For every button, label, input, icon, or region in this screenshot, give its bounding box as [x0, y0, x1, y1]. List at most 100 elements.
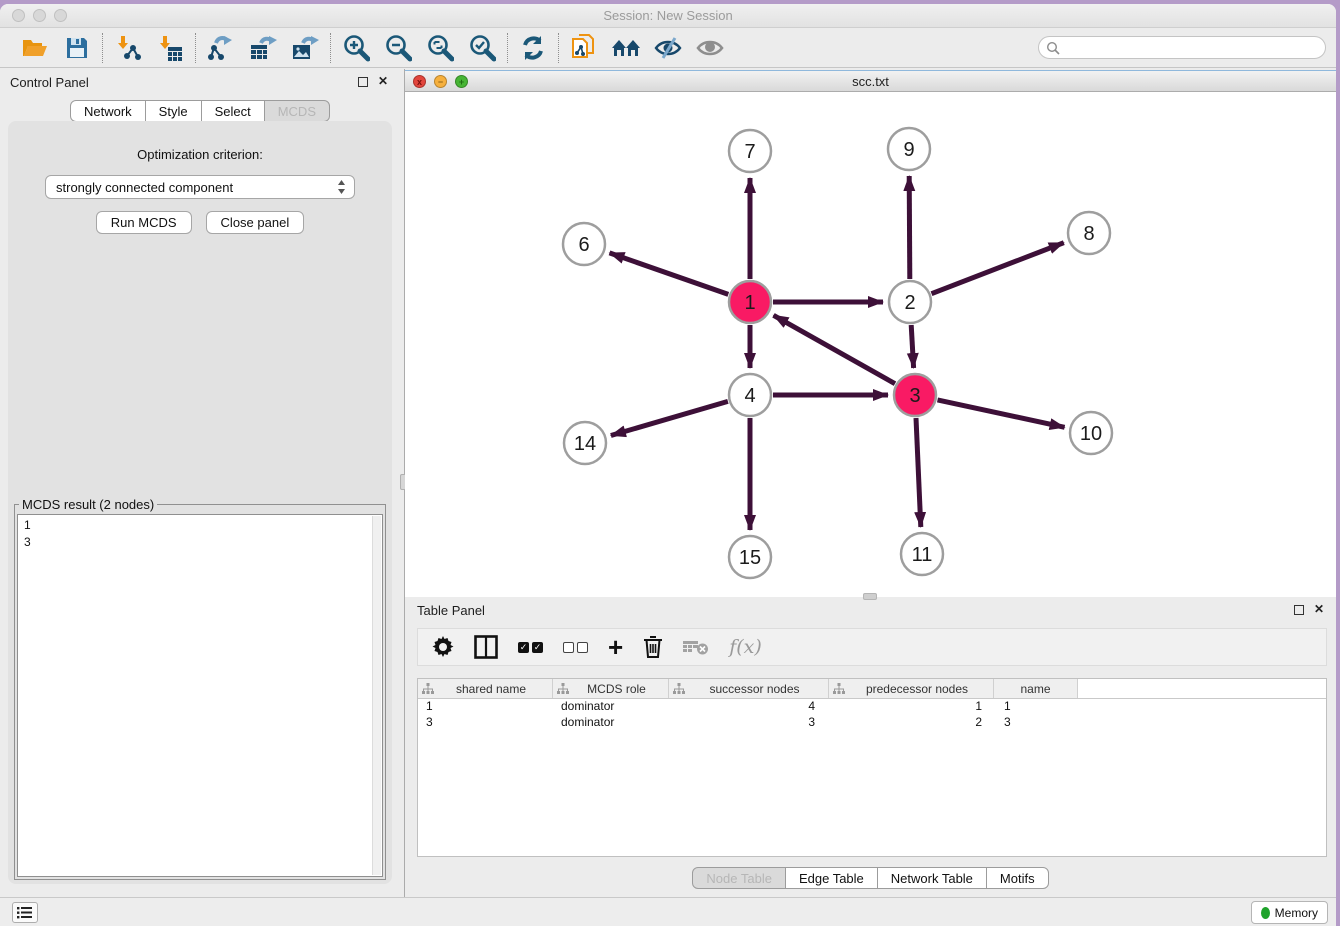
table-settings-gear-icon[interactable] — [432, 632, 454, 662]
deselect-all-columns-icon[interactable] — [563, 632, 588, 662]
show-graphics-details-icon[interactable] — [694, 33, 726, 63]
memory-status-icon — [1261, 907, 1270, 919]
edge-4-14[interactable] — [611, 401, 728, 435]
graph-node-1[interactable]: 1 — [729, 281, 771, 323]
svg-text:11: 11 — [912, 544, 933, 566]
task-history-button[interactable] — [12, 902, 38, 923]
edge-2-9[interactable] — [909, 176, 910, 279]
export-table-icon[interactable] — [247, 33, 279, 63]
close-table-panel-icon[interactable]: ✕ — [1314, 602, 1324, 616]
search-input[interactable] — [1064, 39, 1325, 57]
export-image-icon[interactable] — [289, 33, 321, 63]
graph-node-15[interactable]: 15 — [729, 536, 771, 578]
zoom-selected-icon[interactable] — [466, 33, 498, 63]
open-session-icon[interactable] — [19, 33, 51, 63]
delete-table-icon — [683, 632, 709, 662]
export-network-icon[interactable] — [205, 33, 237, 63]
float-table-panel-icon[interactable] — [1294, 605, 1304, 615]
column-header-predecessor-nodes[interactable]: predecessor nodes — [829, 679, 994, 698]
mcds-result-list[interactable]: 13 — [17, 514, 383, 877]
import-network-icon[interactable] — [112, 33, 144, 63]
svg-text:7: 7 — [744, 141, 755, 163]
table-cell: 3 — [418, 715, 553, 731]
memory-button[interactable]: Memory — [1251, 901, 1328, 924]
import-table-icon[interactable] — [154, 33, 186, 63]
table-tab-node-table[interactable]: Node Table — [692, 867, 786, 889]
optimization-criterion-select[interactable]: strongly connected component — [45, 175, 355, 199]
edge-3-1[interactable] — [774, 315, 896, 383]
edge-2-3[interactable] — [911, 325, 913, 368]
column-header-shared-name[interactable]: shared name — [418, 679, 553, 698]
run-mcds-button[interactable]: Run MCDS — [96, 211, 192, 234]
zoom-out-icon[interactable] — [382, 33, 414, 63]
graph-node-4[interactable]: 4 — [729, 374, 771, 416]
graph-node-9[interactable]: 9 — [888, 128, 930, 170]
delete-column-icon[interactable] — [643, 632, 663, 662]
create-column-icon[interactable]: + — [608, 632, 623, 662]
table-header-row: shared nameMCDS rolesuccessor nodesprede… — [418, 679, 1326, 699]
network-window-titlebar[interactable]: x − + scc.txt — [405, 71, 1336, 92]
table-tab-edge-table[interactable]: Edge Table — [785, 867, 878, 889]
svg-text:14: 14 — [574, 433, 596, 455]
control-tab-style[interactable]: Style — [145, 100, 202, 122]
control-panel-tabs: NetworkStyleSelectMCDS — [0, 100, 400, 122]
network-graph[interactable]: 7 9 6 8 1 2 4 3 14 10 15 11 — [405, 92, 1334, 597]
edge-2-8[interactable] — [932, 243, 1064, 294]
copy-style-icon[interactable] — [568, 33, 600, 63]
graph-node-6[interactable]: 6 — [563, 223, 605, 265]
select-all-columns-icon[interactable]: ✓✓ — [518, 632, 543, 662]
window-title: Session: New Session — [0, 8, 1336, 23]
edge-3-11[interactable] — [916, 418, 921, 527]
control-tab-select[interactable]: Select — [201, 100, 265, 122]
graph-node-10[interactable]: 10 — [1070, 412, 1112, 454]
select-stepper-icon — [337, 179, 346, 195]
control-tab-mcds[interactable]: MCDS — [264, 100, 330, 122]
graph-node-8[interactable]: 8 — [1068, 212, 1110, 254]
function-builder-icon: f(x) — [729, 632, 762, 662]
network-canvas[interactable]: 7 9 6 8 1 2 4 3 14 10 15 11 — [405, 92, 1336, 597]
control-tab-network[interactable]: Network — [70, 100, 146, 122]
graph-node-14[interactable]: 14 — [564, 422, 606, 464]
column-header-successor-nodes[interactable]: successor nodes — [669, 679, 829, 698]
close-panel-icon[interactable]: ✕ — [378, 74, 388, 88]
svg-text:1: 1 — [744, 292, 755, 314]
zoom-in-icon[interactable] — [340, 33, 372, 63]
table-panel: Table Panel ✕ ✓✓ + f(x) — [405, 597, 1336, 897]
home-layout-icon[interactable] — [610, 33, 642, 63]
table-tab-network-table[interactable]: Network Table — [877, 867, 987, 889]
svg-text:6: 6 — [578, 234, 589, 256]
table-row[interactable]: 1dominator411 — [418, 699, 1326, 715]
table-panel-title: Table Panel — [417, 603, 485, 618]
result-lines: 13 — [24, 517, 376, 551]
svg-text:2: 2 — [904, 292, 915, 314]
svg-text:8: 8 — [1083, 223, 1094, 245]
result-line: 3 — [24, 534, 376, 551]
column-tree-icon — [673, 683, 685, 694]
show-column-panel-icon[interactable] — [474, 632, 498, 662]
edge-3-10[interactable] — [938, 400, 1065, 427]
float-panel-icon[interactable] — [358, 77, 368, 87]
table-row[interactable]: 3dominator323 — [418, 715, 1326, 731]
graph-node-3[interactable]: 3 — [894, 374, 936, 416]
refresh-view-icon[interactable] — [517, 33, 549, 63]
edge-1-6[interactable] — [610, 253, 729, 295]
table-cell: 1 — [829, 699, 994, 715]
graph-node-2[interactable]: 2 — [889, 281, 931, 323]
window-titlebar: Session: New Session — [0, 4, 1336, 28]
zoom-fit-icon[interactable] — [424, 33, 456, 63]
close-panel-button[interactable]: Close panel — [206, 211, 305, 234]
search-box — [1038, 36, 1326, 59]
graph-node-11[interactable]: 11 — [901, 533, 943, 575]
result-scrollbar[interactable] — [372, 516, 381, 875]
optimization-criterion-label: Optimization criterion: — [8, 147, 392, 162]
column-header-name[interactable]: name — [994, 679, 1078, 698]
save-session-icon[interactable] — [61, 33, 93, 63]
svg-text:4: 4 — [744, 385, 755, 407]
control-panel-title: Control Panel — [10, 75, 89, 90]
table-tab-motifs[interactable]: Motifs — [986, 867, 1049, 889]
mcds-result-title: MCDS result (2 nodes) — [19, 497, 157, 512]
column-header-MCDS-role[interactable]: MCDS role — [553, 679, 669, 698]
graph-node-7[interactable]: 7 — [729, 130, 771, 172]
column-tree-icon — [422, 683, 434, 694]
hide-graphics-details-icon[interactable] — [652, 33, 684, 63]
